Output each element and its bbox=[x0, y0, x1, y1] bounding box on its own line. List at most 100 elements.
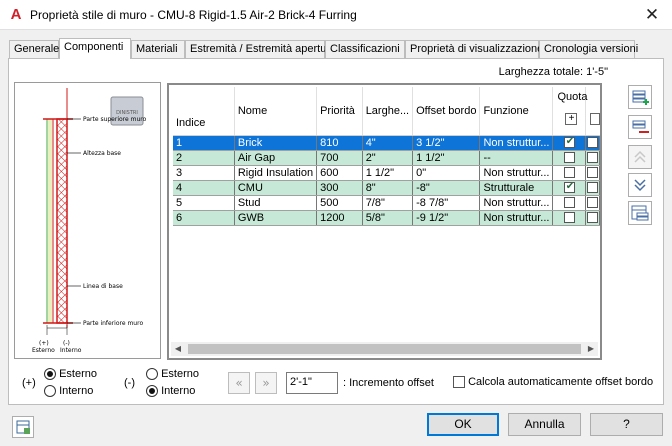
radio-off-icon[interactable] bbox=[44, 385, 56, 398]
radio-on-icon[interactable] bbox=[146, 385, 158, 398]
radio-off-icon[interactable] bbox=[146, 368, 158, 381]
tab-proprieta-visualizzazione[interactable]: Proprietà di visualizzazione bbox=[405, 40, 543, 58]
col-header-function[interactable]: Funzione bbox=[479, 87, 554, 136]
cell-quota[interactable] bbox=[552, 210, 586, 226]
components-grid[interactable]: Indice Nome Priorità Larghe... Offset bo… bbox=[167, 83, 602, 360]
extra-checkbox[interactable] bbox=[586, 212, 598, 224]
cell-offset[interactable]: 0" bbox=[412, 165, 481, 181]
col-header-priority[interactable]: Priorità bbox=[316, 87, 363, 136]
minus-exterior-option[interactable]: Esterno bbox=[146, 368, 199, 381]
col-header-width[interactable]: Larghe... bbox=[362, 87, 414, 136]
col-header-offset[interactable]: Offset bordo bbox=[412, 87, 481, 136]
offset-increment-input[interactable]: 2'-1" bbox=[286, 372, 338, 394]
radio-on-icon[interactable] bbox=[44, 368, 56, 381]
cell-priority[interactable]: 600 bbox=[316, 165, 363, 181]
cell-extra[interactable] bbox=[585, 135, 600, 151]
table-row[interactable]: 1 Brick 810 4" 3 1/2" Non struttur... ✔ bbox=[173, 135, 600, 151]
extra-checkbox[interactable] bbox=[586, 137, 598, 149]
col-header-quota[interactable]: Quota + bbox=[552, 87, 587, 136]
ok-button[interactable]: OK bbox=[427, 413, 499, 436]
cell-function[interactable]: Non struttur... bbox=[479, 135, 554, 151]
table-row[interactable]: 4 CMU 300 8" -8" Strutturale ✔ bbox=[173, 180, 600, 196]
extra-checkbox[interactable] bbox=[586, 167, 598, 179]
move-down-button[interactable] bbox=[628, 173, 652, 197]
extra-checkbox[interactable] bbox=[586, 152, 598, 164]
cancel-button[interactable]: Annulla bbox=[508, 413, 581, 436]
cell-function[interactable]: Non struttur... bbox=[479, 165, 554, 181]
cell-quota[interactable] bbox=[552, 150, 586, 166]
prev-offset-button[interactable]: « bbox=[228, 372, 250, 394]
cell-name[interactable]: CMU bbox=[234, 180, 318, 196]
col-header-name[interactable]: Nome bbox=[234, 87, 318, 136]
help-button[interactable]: ? bbox=[590, 413, 663, 436]
cell-name[interactable]: Brick bbox=[234, 135, 318, 151]
cell-name[interactable]: Rigid Insulation bbox=[234, 165, 318, 181]
scroll-left-icon[interactable]: ◀ bbox=[171, 342, 185, 356]
close-icon[interactable]: ✕ bbox=[642, 5, 662, 25]
cell-quota[interactable]: ✔ bbox=[552, 135, 586, 151]
quota-checkbox[interactable]: ✔ bbox=[563, 181, 575, 194]
cell-priority[interactable]: 300 bbox=[316, 180, 363, 196]
quota-extra-icon[interactable] bbox=[589, 113, 600, 125]
col-header-index[interactable]: Indice bbox=[173, 87, 235, 136]
tab-estremita[interactable]: Estremità / Estremità apertura bbox=[185, 40, 336, 58]
cell-extra[interactable] bbox=[585, 210, 600, 226]
cell-function[interactable]: Strutturale bbox=[479, 180, 554, 196]
cell-offset[interactable]: -9 1/2" bbox=[412, 210, 481, 226]
table-row[interactable]: 5 Stud 500 7/8" -8 7/8" Non struttur... bbox=[173, 195, 600, 211]
next-offset-button[interactable]: » bbox=[255, 372, 277, 394]
cell-width[interactable]: 5/8" bbox=[362, 210, 414, 226]
cell-extra[interactable] bbox=[585, 180, 600, 196]
cell-name[interactable]: Air Gap bbox=[234, 150, 318, 166]
cell-name[interactable]: GWB bbox=[234, 210, 318, 226]
auto-calc-offset-option[interactable]: Calcola automaticamente offset bordo bbox=[453, 376, 653, 389]
table-row[interactable]: 2 Air Gap 700 2" 1 1/2" -- bbox=[173, 150, 600, 166]
cell-name[interactable]: Stud bbox=[234, 195, 318, 211]
cell-width[interactable]: 1 1/2" bbox=[362, 165, 414, 181]
cell-priority[interactable]: 700 bbox=[316, 150, 363, 166]
tab-classificazioni[interactable]: Classificazioni bbox=[325, 40, 405, 58]
cell-offset[interactable]: -8 7/8" bbox=[412, 195, 481, 211]
cell-extra[interactable] bbox=[585, 150, 600, 166]
auto-calc-checkbox[interactable] bbox=[453, 376, 465, 389]
cell-function[interactable]: -- bbox=[479, 150, 554, 166]
scroll-right-icon[interactable]: ▶ bbox=[584, 342, 598, 356]
cell-quota[interactable]: ✔ bbox=[552, 180, 586, 196]
quota-checkbox[interactable] bbox=[563, 197, 575, 209]
cell-priority[interactable]: 1200 bbox=[316, 210, 363, 226]
cell-priority[interactable]: 810 bbox=[316, 135, 363, 151]
tab-componenti[interactable]: Componenti bbox=[59, 38, 131, 59]
tab-generale[interactable]: Generale bbox=[9, 40, 59, 58]
quota-checkbox[interactable] bbox=[563, 212, 575, 224]
tab-materiali[interactable]: Materiali bbox=[131, 40, 185, 58]
extra-checkbox[interactable] bbox=[586, 182, 598, 194]
copy-component-button[interactable] bbox=[628, 201, 652, 225]
cell-width[interactable]: 4" bbox=[362, 135, 414, 151]
quota-checkbox[interactable]: ✔ bbox=[563, 136, 575, 149]
cell-function[interactable]: Non struttur... bbox=[479, 210, 554, 226]
table-row[interactable]: 3 Rigid Insulation 600 1 1/2" 0" Non str… bbox=[173, 165, 600, 181]
cell-quota[interactable] bbox=[552, 165, 586, 181]
cell-priority[interactable]: 500 bbox=[316, 195, 363, 211]
cell-extra[interactable] bbox=[585, 165, 600, 181]
quota-checkbox[interactable] bbox=[563, 167, 575, 179]
scrollbar-thumb[interactable] bbox=[188, 344, 581, 354]
plus-interior-option[interactable]: Interno bbox=[44, 385, 93, 398]
add-component-button[interactable] bbox=[628, 85, 652, 109]
cell-offset[interactable]: 1 1/2" bbox=[412, 150, 481, 166]
table-row[interactable]: 6 GWB 1200 5/8" -9 1/2" Non struttur... bbox=[173, 210, 600, 226]
cell-extra[interactable] bbox=[585, 195, 600, 211]
remove-component-button[interactable] bbox=[628, 115, 652, 139]
cell-offset[interactable]: 3 1/2" bbox=[412, 135, 481, 151]
cell-function[interactable]: Non struttur... bbox=[479, 195, 554, 211]
move-up-button[interactable] bbox=[628, 145, 652, 169]
cell-width[interactable]: 2" bbox=[362, 150, 414, 166]
plus-exterior-option[interactable]: Esterno bbox=[44, 368, 97, 381]
cell-quota[interactable] bbox=[552, 195, 586, 211]
horizontal-scrollbar[interactable]: ◀ ▶ bbox=[171, 342, 598, 356]
cell-offset[interactable]: -8" bbox=[412, 180, 481, 196]
minus-interior-option[interactable]: Interno bbox=[146, 385, 195, 398]
cell-width[interactable]: 7/8" bbox=[362, 195, 414, 211]
style-manager-button[interactable] bbox=[12, 416, 34, 438]
extra-checkbox[interactable] bbox=[586, 197, 598, 209]
